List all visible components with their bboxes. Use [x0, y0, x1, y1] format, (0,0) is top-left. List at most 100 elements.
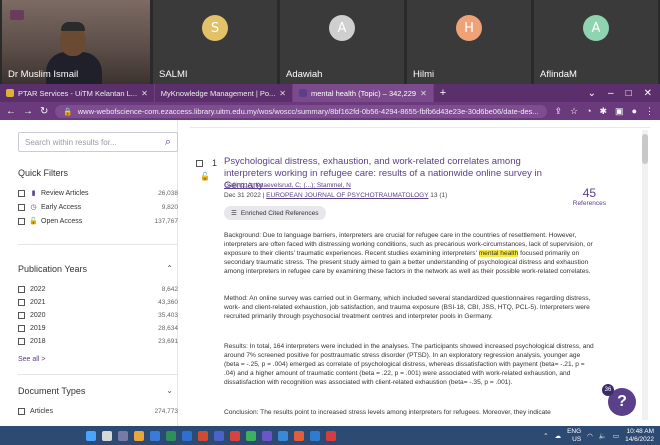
checkbox[interactable] [18, 203, 25, 211]
browser-tab[interactable]: MyKnowledge Management | Po... ✕ [155, 84, 293, 102]
clock[interactable]: 10:48 AM 14/6/2022 [625, 428, 654, 444]
word-icon[interactable] [182, 430, 192, 441]
task-view-icon[interactable] [118, 430, 128, 441]
battery-icon[interactable]: ▭ [613, 432, 619, 440]
enriched-references-button[interactable]: ☰ Enriched Cited References [224, 206, 326, 220]
divider [18, 244, 178, 245]
extension-icon[interactable]: ◔ [586, 106, 591, 117]
filter-year[interactable]: 2022 8,642 [18, 283, 178, 295]
scrollbar-thumb[interactable] [642, 134, 648, 164]
checkbox[interactable] [18, 298, 25, 306]
filter-year[interactable]: 2018 23,691 [18, 335, 178, 347]
share-icon[interactable]: ⇪ [554, 106, 562, 117]
new-tab-icon[interactable]: + [434, 87, 452, 99]
puzzle-icon[interactable]: ✱ [600, 106, 608, 117]
keyboard-language[interactable]: ENG US [567, 428, 581, 444]
browser-tab[interactable]: PTAR Services - UiTM Kelantan L... ✕ [0, 84, 155, 102]
filter-doc-type[interactable]: Articles 274,773 [18, 405, 178, 417]
filter-year[interactable]: 2021 43,360 [18, 296, 178, 308]
record-authors[interactable]: Geiling, A; Knaevelsrud, C; (...); Stamm… [224, 182, 351, 189]
document-icon: ▮ [31, 190, 36, 197]
close-icon[interactable]: ✕ [279, 89, 286, 98]
filter-year[interactable]: 2019 28,634 [18, 322, 178, 334]
checkbox[interactable] [18, 217, 25, 225]
minimize-icon[interactable]: – [608, 88, 614, 99]
participant-tile[interactable]: S SALMI [153, 0, 277, 84]
maximize-icon[interactable]: □ [626, 88, 632, 99]
checkbox[interactable] [18, 407, 25, 415]
page-content: Search within results for... ⌕ Quick Fil… [0, 120, 660, 426]
volume-icon[interactable]: 🔈 [599, 432, 607, 440]
forward-icon[interactable]: → [23, 106, 33, 117]
cloud-icon[interactable]: ☁ [555, 432, 562, 440]
excel-icon[interactable] [166, 430, 176, 441]
chrome-icon[interactable] [230, 430, 240, 441]
app-icon[interactable] [310, 430, 320, 441]
search-input[interactable]: Search within results for... ⌕ [18, 132, 178, 152]
clock-date: 14/6/2022 [625, 435, 654, 443]
close-icon[interactable]: ✕ [420, 89, 427, 98]
participant-avatar: H [456, 15, 482, 41]
chevron-down-icon[interactable]: ⌄ [166, 386, 173, 395]
unlock-icon: 🔓 [29, 218, 38, 225]
taskbar: ⌃ ☁ ENG US ◠ 🔈 ▭ 10:48 AM 14/6/2022 [0, 426, 660, 445]
filter-early-access[interactable]: ◷ Early Access 9,820 [18, 201, 178, 213]
app-icon[interactable] [278, 430, 288, 441]
chevron-up-icon[interactable]: ⌃ [543, 432, 548, 440]
scrollbar-track[interactable] [642, 130, 648, 420]
filter-year[interactable]: 2020 35,403 [18, 309, 178, 321]
sidebar-icon[interactable]: ▣ [615, 106, 624, 117]
chevron-up-icon[interactable]: ⌃ [166, 264, 173, 273]
checkbox[interactable] [196, 159, 203, 167]
reload-icon[interactable]: ↻ [40, 106, 48, 117]
checkbox[interactable] [18, 311, 25, 319]
menu-icon[interactable]: ⋮ [645, 106, 654, 117]
browser-tab-active[interactable]: mental health (Topic) – 342,229 ✕ [292, 84, 434, 102]
citation-count[interactable]: 45 References [573, 186, 606, 207]
filter-label: Open Access [41, 217, 83, 225]
pdf-icon[interactable] [294, 430, 304, 441]
results-list: 1 🔓 Psychological distress, exhaustion, … [190, 120, 650, 426]
abstract-conclusion: Conclusion: The results point to increas… [224, 409, 551, 416]
window-controls: ⌄ – □ ✕ [588, 88, 660, 99]
app-icon[interactable] [326, 430, 336, 441]
record-select[interactable]: 1 [196, 158, 217, 168]
citation-number: 45 [582, 186, 597, 200]
year-count: 28,634 [158, 324, 178, 332]
filter-open-access[interactable]: 🔓 Open Access 137,767 [18, 215, 178, 227]
pub-years-title: Publication Years [18, 264, 88, 274]
back-icon[interactable]: ← [6, 106, 16, 117]
windows-start-icon[interactable] [86, 430, 96, 441]
participant-tile[interactable]: H Hilmi [407, 0, 531, 84]
star-icon[interactable]: ☆ [570, 106, 578, 117]
chevron-down-icon[interactable]: ⌄ [588, 88, 596, 99]
search-placeholder: Search within results for... [25, 138, 117, 147]
journal-link[interactable]: EUROPEAN JOURNAL OF PSYCHOTRAUMATOLOGY [266, 192, 428, 199]
file-explorer-icon[interactable] [134, 430, 144, 441]
profile-icon[interactable]: ● [632, 106, 637, 117]
address-bar: ← → ↻ 🔒 www-webofscience-com.ezaccess.li… [0, 102, 660, 120]
close-icon[interactable]: ✕ [141, 89, 148, 98]
app-icon[interactable] [246, 430, 256, 441]
filter-review-articles[interactable]: ▮ Review Articles 26,038 [18, 187, 178, 199]
checkbox[interactable] [18, 337, 25, 345]
abstract-background: Background: Due to language barriers, in… [224, 231, 596, 276]
participant-tile[interactable]: A Adawiah [280, 0, 404, 84]
participant-tile[interactable]: A AflindaM [534, 0, 658, 84]
powerpoint-icon[interactable] [198, 430, 208, 441]
year-count: 23,691 [158, 337, 178, 345]
store-icon[interactable] [150, 430, 160, 441]
checkbox[interactable] [18, 324, 25, 332]
search-icon[interactable]: ⌕ [165, 136, 171, 149]
wifi-icon[interactable]: ◠ [587, 432, 593, 440]
teams-icon[interactable] [214, 430, 224, 441]
record-number: 1 [212, 158, 218, 168]
url-field[interactable]: 🔒 www-webofscience-com.ezaccess.library.… [55, 104, 548, 118]
participant-tile-video[interactable]: Dr Muslim Ismail [2, 0, 150, 84]
checkbox[interactable] [18, 285, 25, 293]
app-icon[interactable] [262, 430, 272, 441]
see-all-link[interactable]: See all > [18, 356, 45, 363]
checkbox[interactable] [18, 189, 25, 197]
search-icon[interactable] [102, 430, 112, 441]
close-window-icon[interactable]: ✕ [644, 88, 652, 99]
